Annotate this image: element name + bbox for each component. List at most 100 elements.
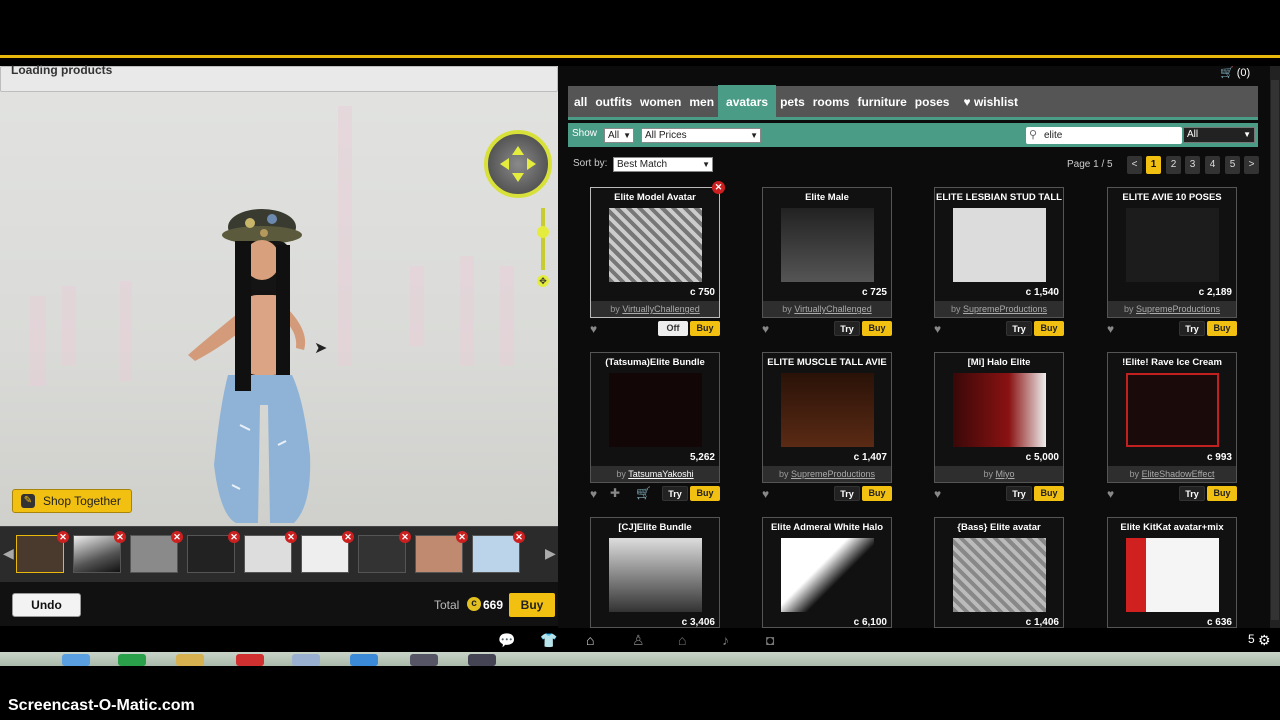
wishlist-heart-icon[interactable]: ♥	[590, 487, 597, 501]
buy-button[interactable]: Buy	[1207, 321, 1237, 336]
home-icon[interactable]: ⌂	[678, 632, 686, 648]
cart-indicator[interactable]: 🛒 (0)	[1220, 66, 1250, 79]
app-icon[interactable]	[118, 654, 146, 666]
remove-icon[interactable]: ✕	[285, 531, 297, 543]
product-card[interactable]: Elite KitKat avatar+mix c 636	[1107, 517, 1237, 628]
creator-link[interactable]: EliteShadowEffect	[1142, 469, 1215, 479]
remove-icon[interactable]: ✕	[57, 531, 69, 543]
music-icon[interactable]: ♪	[722, 632, 729, 648]
tab-avatars[interactable]: avatars	[718, 84, 777, 119]
tab-rooms[interactable]: rooms	[809, 85, 854, 119]
creator-link[interactable]: Miyo	[996, 469, 1015, 479]
try-button[interactable]: Try	[1006, 486, 1032, 501]
gift-icon[interactable]: ✚	[610, 486, 620, 500]
undo-button[interactable]: Undo	[12, 593, 81, 617]
page-5-button[interactable]: 5	[1225, 156, 1240, 174]
try-button[interactable]: Try	[834, 486, 860, 501]
chat-icon[interactable]: 💬	[498, 632, 515, 649]
page-3-button[interactable]: 3	[1185, 156, 1200, 174]
page-2-button[interactable]: 2	[1166, 156, 1181, 174]
shop-together-button[interactable]: ✎ Shop Together	[12, 489, 132, 513]
product-card[interactable]: (Tatsuma)Elite Bundle 5,262 by TatsumaYa…	[590, 352, 720, 483]
buy-button[interactable]: Buy	[1207, 486, 1237, 501]
show-select[interactable]: All ▼	[604, 128, 634, 143]
creator-link[interactable]: VirtuallyChallenged	[622, 304, 699, 314]
worn-item-thumb[interactable]: ✕	[358, 531, 411, 573]
worn-item-thumb[interactable]: ✕	[187, 531, 240, 573]
buy-all-button[interactable]: Buy	[509, 593, 555, 617]
worn-item-thumb[interactable]: ✕	[415, 531, 468, 573]
recorder-icon[interactable]	[468, 654, 496, 666]
product-card[interactable]: !Elite! Rave Ice Cream c 993 by EliteSha…	[1107, 352, 1237, 483]
creator-link[interactable]: VirtuallyChallenged	[794, 304, 871, 314]
next-page-button[interactable]: >	[1244, 156, 1259, 174]
remove-icon[interactable]: ✕	[171, 531, 183, 543]
camera-nav-control[interactable]	[484, 130, 552, 198]
zoom-slider[interactable]	[541, 208, 545, 270]
wishlist-heart-icon[interactable]: ♥	[1107, 487, 1114, 501]
remove-icon[interactable]: ✕	[342, 531, 354, 543]
reset-view-icon[interactable]: ✥	[537, 275, 549, 287]
prev-page-button[interactable]: <	[1127, 156, 1142, 174]
tab-pets[interactable]: pets	[776, 85, 809, 119]
remove-icon[interactable]: ✕	[228, 531, 240, 543]
product-card[interactable]: Elite Admeral White Halo c 6,100	[762, 517, 892, 628]
remove-icon[interactable]: ✕	[456, 531, 468, 543]
media-icon[interactable]	[236, 654, 264, 666]
imvu-icon[interactable]	[410, 654, 438, 666]
tab-poses[interactable]: poses	[911, 85, 954, 119]
skype-icon[interactable]	[350, 654, 378, 666]
take-off-button[interactable]: Off	[658, 321, 688, 336]
try-button[interactable]: Try	[1006, 321, 1032, 336]
tab-women[interactable]: women	[636, 85, 685, 119]
tab-furniture[interactable]: furniture	[853, 85, 910, 119]
scrollbar-thumb[interactable]	[1271, 80, 1279, 620]
creator-link[interactable]: SupremeProductions	[791, 469, 875, 479]
creator-link[interactable]: SupremeProductions	[1136, 304, 1220, 314]
wishlist-heart-icon[interactable]: ♥	[934, 322, 941, 336]
remove-icon[interactable]: ✕	[399, 531, 411, 543]
tab-men[interactable]: men	[685, 85, 718, 119]
buy-button[interactable]: Buy	[690, 486, 720, 501]
search-scope-select[interactable]: All ▼	[1183, 127, 1255, 143]
try-button[interactable]: Try	[662, 486, 688, 501]
buy-button[interactable]: Buy	[1034, 486, 1064, 501]
creator-link[interactable]: TatsumaYakoshi	[628, 469, 693, 479]
remove-icon[interactable]: ✕	[513, 531, 525, 543]
browser-icon[interactable]	[62, 654, 90, 666]
add-to-cart-icon[interactable]: 🛒	[636, 486, 651, 500]
notification-count[interactable]: 5	[1248, 632, 1255, 646]
direction-arrows-icon[interactable]	[494, 140, 542, 188]
wishlist-heart-icon[interactable]: ♥	[590, 322, 597, 336]
worn-item-thumb[interactable]: ✕	[130, 531, 183, 573]
settings-icon[interactable]: ⚙	[1258, 632, 1271, 649]
worn-item-thumb[interactable]: ✕	[472, 531, 525, 573]
zoom-slider-handle[interactable]	[537, 226, 549, 238]
product-card[interactable]: Elite Model Avatar c 750 by VirtuallyCha…	[590, 181, 725, 318]
remove-icon[interactable]: ✕	[114, 531, 126, 543]
product-card[interactable]: ELITE LESBIAN STUD TALL c 1,540 by Supre…	[934, 187, 1064, 318]
product-card[interactable]: [Mi] Halo Elite c 5,000 by Miyo	[934, 352, 1064, 483]
product-card[interactable]: {Bass} Elite avatar c 1,406	[934, 517, 1064, 628]
price-select[interactable]: All Prices ▼	[641, 128, 761, 143]
wishlist-heart-icon[interactable]: ♥	[934, 487, 941, 501]
strip-next-icon[interactable]: ▶	[545, 545, 556, 562]
wishlist-heart-icon[interactable]: ♥	[762, 487, 769, 501]
worn-item-thumb[interactable]: ✕	[244, 531, 297, 573]
creator-link[interactable]: SupremeProductions	[963, 304, 1047, 314]
try-button[interactable]: Try	[1179, 321, 1205, 336]
hanger-icon[interactable]: ⌂	[586, 632, 594, 648]
worn-item-thumb[interactable]: ✕	[301, 531, 354, 573]
strip-prev-icon[interactable]: ◀	[3, 545, 14, 562]
product-card[interactable]: ELITE AVIE 10 POSES c 2,189 by SupremePr…	[1107, 187, 1237, 318]
search-input[interactable]: ⚲ elite	[1026, 127, 1182, 144]
buy-button[interactable]: Buy	[862, 321, 892, 336]
product-card[interactable]: [CJ]Elite Bundle c 3,406	[590, 517, 720, 628]
worn-item-thumb[interactable]: ✕	[16, 531, 69, 573]
buy-button[interactable]: Buy	[862, 486, 892, 501]
tab-outfits[interactable]: outfits	[591, 85, 636, 119]
tab-wishlist[interactable]: ♥ wishlist	[953, 85, 1021, 119]
try-button[interactable]: Try	[834, 321, 860, 336]
avatar-figure[interactable]	[180, 205, 330, 525]
buy-button[interactable]: Buy	[1034, 321, 1064, 336]
